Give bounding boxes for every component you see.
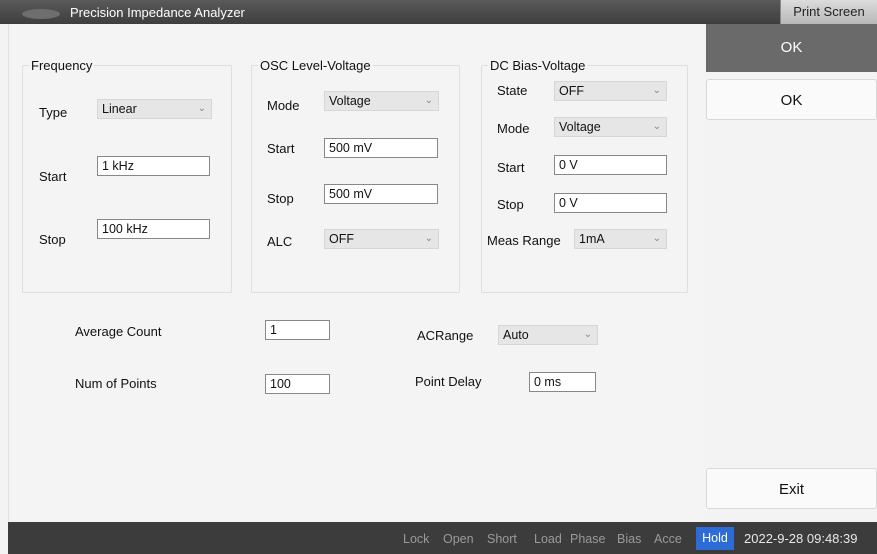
print-screen-button[interactable]: Print Screen: [780, 0, 877, 24]
status-short: Short: [487, 532, 517, 546]
status-acce: Acce: [654, 532, 682, 546]
status-hold-badge[interactable]: Hold: [696, 527, 734, 550]
status-open: Open: [443, 532, 474, 546]
dc-bias-state-value: OFF: [559, 84, 584, 98]
ac-range-label: ACRange: [417, 328, 474, 343]
osc-stop-label: Stop: [267, 191, 294, 206]
dc-bias-range-select[interactable]: 1mA ⌄: [574, 229, 667, 249]
osc-level-group: OSC Level-Voltage Mode Voltage ⌄ Start 5…: [251, 58, 460, 293]
osc-alc-select[interactable]: OFF ⌄: [324, 229, 439, 249]
chevron-down-icon: ⌄: [652, 85, 661, 96]
frequency-type-select[interactable]: Linear ⌄: [97, 99, 212, 119]
status-bias: Bias: [617, 532, 642, 546]
dc-bias-stop-label: Stop: [497, 197, 524, 212]
osc-level-group-title: OSC Level-Voltage: [258, 58, 373, 73]
chevron-down-icon: ⌄: [652, 233, 661, 244]
ok-button[interactable]: OK: [706, 79, 877, 120]
ac-range-value: Auto: [503, 328, 529, 342]
dc-bias-start-input[interactable]: 0 V: [554, 155, 667, 175]
frequency-type-value: Linear: [102, 102, 137, 116]
ac-range-select[interactable]: Auto ⌄: [498, 325, 598, 345]
dc-bias-state-select[interactable]: OFF ⌄: [554, 81, 667, 101]
dc-bias-range-value: 1mA: [579, 232, 605, 246]
dc-bias-mode-label: Mode: [497, 121, 530, 136]
osc-start-label: Start: [267, 141, 295, 156]
frequency-start-input[interactable]: 1 kHz: [97, 156, 210, 176]
osc-start-input[interactable]: 500 mV: [324, 138, 438, 158]
title-bar: Precision Impedance Analyzer Print Scree…: [0, 0, 877, 24]
num-points-label: Num of Points: [75, 376, 157, 391]
osc-mode-select[interactable]: Voltage ⌄: [324, 91, 439, 111]
app-logo: [22, 9, 60, 19]
frequency-stop-label: Stop: [39, 232, 66, 247]
status-lock: Lock: [403, 532, 430, 546]
status-bar: Lock Open Short Load Phase Bias Acce Hol…: [8, 522, 877, 554]
osc-alc-label: ALC: [267, 234, 293, 249]
osc-alc-value: OFF: [329, 232, 354, 246]
status-datetime: 2022-9-28 09:48:39: [744, 531, 858, 546]
chevron-down-icon: ⌄: [424, 95, 433, 106]
dc-bias-mode-value: Voltage: [559, 120, 601, 134]
average-count-input[interactable]: 1: [265, 320, 330, 340]
chevron-down-icon: ⌄: [583, 329, 592, 340]
point-delay-label: Point Delay: [415, 374, 482, 389]
point-delay-input[interactable]: 0 ms: [529, 372, 596, 392]
window-title: Precision Impedance Analyzer: [70, 5, 245, 20]
dc-bias-range-label: Meas Range: [487, 233, 561, 248]
frequency-stop-input[interactable]: 100 kHz: [97, 219, 210, 239]
chevron-down-icon: ⌄: [424, 233, 433, 244]
status-phase: Phase: [570, 532, 606, 546]
sweep-setup-panel: Frequency Type Linear ⌄ Start 1 kHz Stop…: [8, 24, 703, 522]
dc-bias-stop-input[interactable]: 0 V: [554, 193, 667, 213]
status-load: Load: [534, 532, 562, 546]
chevron-down-icon: ⌄: [197, 103, 206, 114]
dc-bias-state-label: State: [497, 83, 528, 98]
frequency-group: Frequency Type Linear ⌄ Start 1 kHz Stop…: [22, 58, 232, 293]
frequency-start-label: Start: [39, 169, 67, 184]
dc-bias-group: DC Bias-Voltage State OFF ⌄ Mode Voltage…: [481, 58, 688, 293]
ok-primary-button[interactable]: OK: [706, 24, 877, 72]
num-points-input[interactable]: 100: [265, 374, 330, 394]
exit-button[interactable]: Exit: [706, 468, 877, 509]
dc-bias-group-title: DC Bias-Voltage: [488, 58, 588, 73]
frequency-type-label: Type: [39, 105, 68, 120]
dc-bias-mode-select[interactable]: Voltage ⌄: [554, 117, 667, 137]
frequency-group-title: Frequency: [29, 58, 95, 73]
osc-stop-input[interactable]: 500 mV: [324, 184, 438, 204]
osc-mode-label: Mode: [267, 98, 300, 113]
chevron-down-icon: ⌄: [652, 121, 661, 132]
osc-mode-value: Voltage: [329, 94, 371, 108]
dc-bias-start-label: Start: [497, 160, 525, 175]
average-count-label: Average Count: [75, 324, 162, 339]
